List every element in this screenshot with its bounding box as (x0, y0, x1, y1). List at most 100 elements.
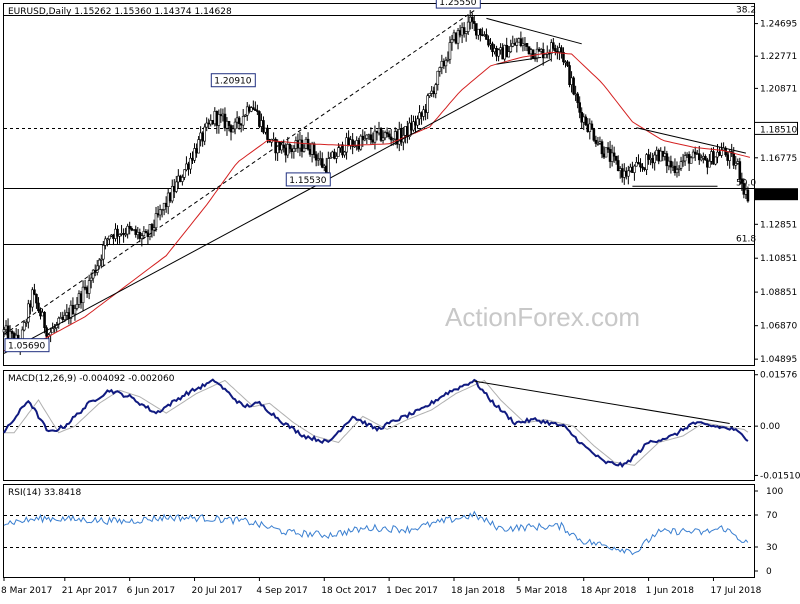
candle (272, 132, 275, 142)
candle-body (359, 135, 363, 150)
candle-body (258, 111, 261, 127)
rsi-panel-title: RSI(14) 33.8418 (8, 488, 81, 498)
candle (456, 27, 460, 50)
candle (620, 163, 624, 183)
x-axis-label: 1 Dec 2017 (386, 586, 438, 596)
candle-body (525, 43, 529, 47)
macd-axis-label: 0.00 (760, 422, 780, 432)
candle-body (622, 170, 626, 178)
candle (683, 151, 687, 166)
candle-body (245, 106, 249, 116)
candle-body (343, 151, 346, 156)
candle-body (314, 154, 318, 161)
candle (286, 136, 290, 159)
candle (128, 221, 131, 235)
candle-body (118, 234, 121, 237)
candle-body (195, 148, 198, 154)
candle-body (260, 120, 263, 127)
candle-body (247, 106, 251, 112)
candle-body (239, 123, 243, 126)
candle-body (312, 143, 316, 155)
candle (333, 148, 336, 160)
candle (373, 125, 377, 150)
trendline (636, 127, 747, 154)
candle (545, 45, 549, 59)
candle-body (278, 141, 281, 151)
x-axis-label: 8 Mar 2017 (1, 586, 52, 596)
candle-body (349, 139, 352, 147)
candle-body (710, 151, 713, 162)
candle (477, 28, 480, 40)
candle-body (693, 151, 697, 155)
price-axis-label: 1.08851 (760, 288, 797, 298)
candle (93, 264, 97, 277)
candle (335, 152, 338, 164)
candle (704, 154, 707, 161)
candle (444, 56, 448, 73)
candle-body (150, 224, 154, 231)
candle-body (369, 134, 373, 141)
candle-body (41, 311, 44, 317)
candle-body (324, 165, 328, 173)
candle (687, 151, 691, 171)
candle-body (158, 209, 162, 216)
candle-body (104, 238, 107, 246)
candle-body (73, 308, 77, 315)
candle-body (331, 151, 334, 158)
candle-body (187, 163, 190, 170)
candle-body (612, 152, 616, 157)
candle (292, 145, 296, 159)
candle (209, 114, 213, 127)
candle (600, 139, 604, 159)
candle-body (361, 135, 365, 141)
candle (83, 279, 87, 291)
candle (410, 114, 413, 136)
candle-body (679, 161, 683, 169)
candle (361, 129, 365, 147)
candle-body (262, 120, 265, 133)
candle-body (653, 154, 656, 164)
candle (708, 153, 711, 168)
candle (483, 31, 486, 37)
candle (665, 150, 669, 174)
candle-body (505, 44, 509, 58)
candle (537, 47, 541, 52)
price-panel-frame (3, 3, 755, 366)
candle (146, 229, 150, 245)
candle (695, 149, 699, 155)
candle (329, 152, 332, 159)
candle (35, 293, 38, 309)
candle-body (276, 141, 279, 154)
candle-body (189, 157, 192, 170)
candle (247, 104, 251, 114)
candle-body (594, 139, 598, 144)
candle (422, 105, 425, 121)
candle-body (683, 155, 687, 162)
candle (134, 225, 138, 238)
x-axis-label: 6 Jun 2017 (127, 586, 175, 596)
candle-body (31, 289, 34, 308)
candle-body (124, 233, 127, 236)
candle-body (241, 116, 245, 126)
candle (126, 223, 129, 239)
candle (604, 147, 608, 158)
candle-body (681, 160, 685, 163)
candle (627, 165, 630, 185)
candle (22, 321, 26, 332)
price-annotation-label: 1.15530 (289, 176, 326, 186)
candle-body (166, 192, 170, 207)
candle (144, 229, 148, 234)
candle (306, 132, 310, 151)
candle (635, 156, 638, 167)
candle (77, 290, 81, 308)
price-axis-label: 1.22771 (760, 52, 797, 62)
candle-body (71, 304, 75, 315)
candle-body (112, 234, 115, 239)
candle-body (495, 48, 498, 57)
candle (227, 120, 231, 132)
candle-body (4, 325, 8, 330)
candle-body (746, 189, 750, 202)
candle (73, 304, 77, 321)
candle-body (85, 287, 89, 294)
candle-body (635, 161, 638, 167)
